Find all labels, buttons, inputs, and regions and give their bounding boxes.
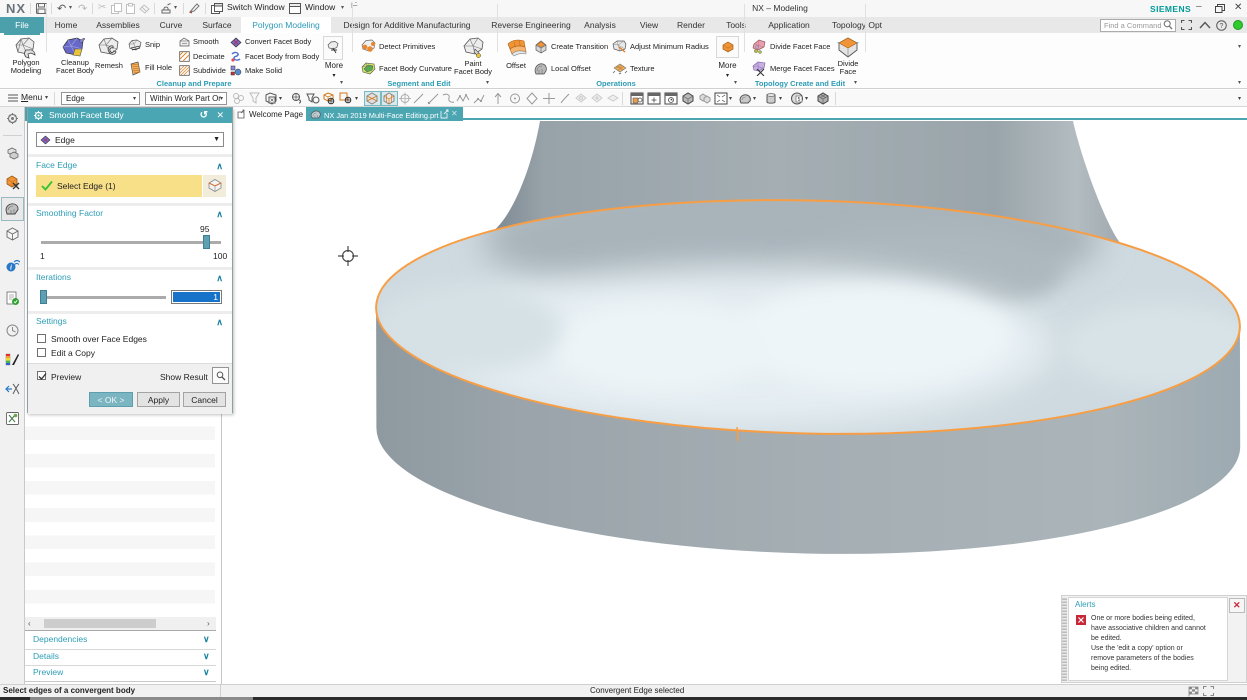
svg-text:i: i [10,264,12,272]
svg-text:?: ? [1220,23,1224,30]
svg-text:5: 5 [798,97,801,103]
